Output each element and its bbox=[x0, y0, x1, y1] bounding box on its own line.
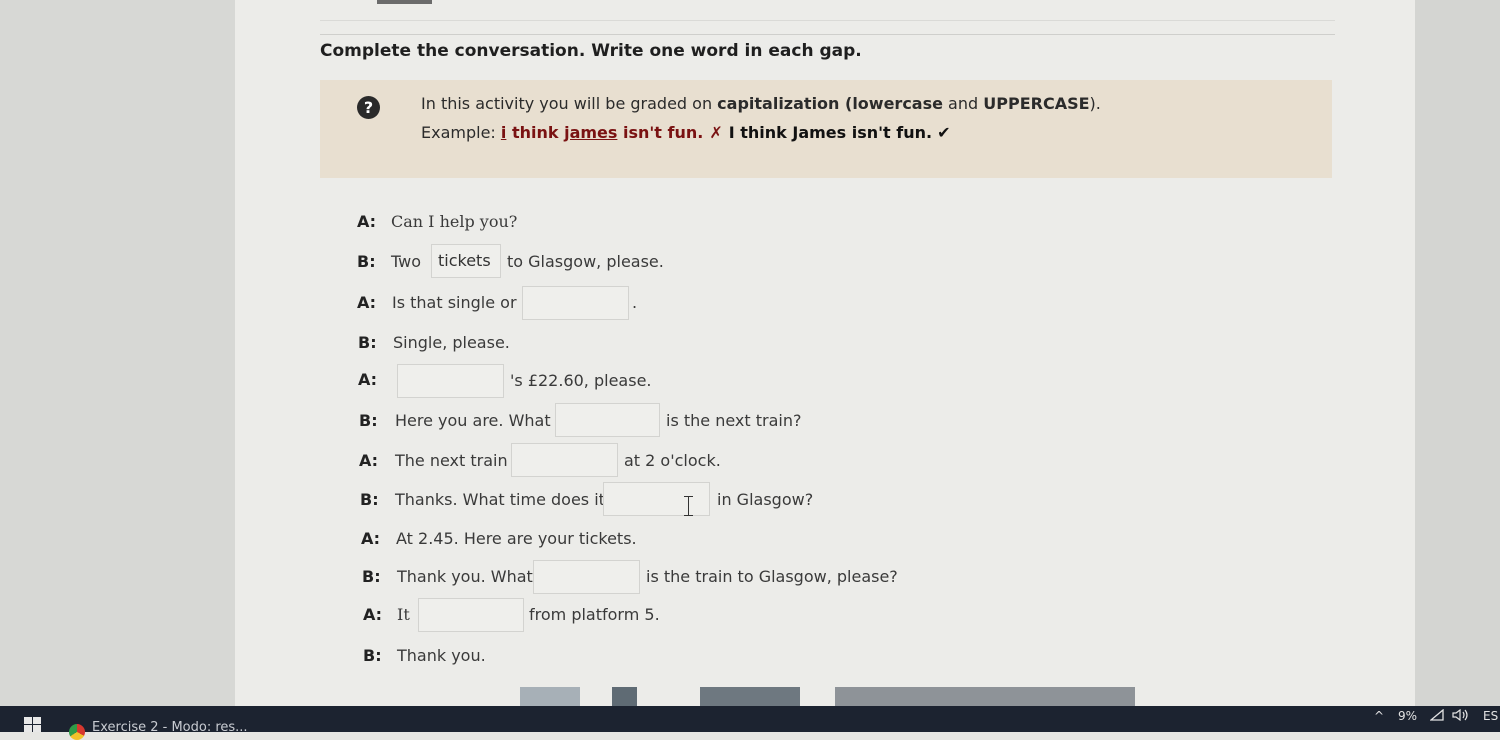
answer-gap-8[interactable] bbox=[418, 598, 524, 632]
speaker-label: A: bbox=[363, 605, 383, 624]
text-after-gap: is the train to Glasgow, please? bbox=[646, 567, 898, 586]
speaker-label: B: bbox=[359, 411, 378, 430]
answer-gap-5[interactable] bbox=[511, 443, 618, 477]
text-after-gap: from platform 5. bbox=[529, 605, 660, 624]
answer-gap-1[interactable]: tickets bbox=[431, 244, 501, 278]
speaker-label: B: bbox=[358, 333, 377, 352]
dialogue-line: Can I help you? bbox=[391, 212, 518, 231]
speaker-label: A: bbox=[357, 293, 377, 312]
page-title: Complete the conversation. Write one wor… bbox=[320, 41, 862, 61]
divider bbox=[320, 34, 1335, 35]
speaker-label: B: bbox=[360, 490, 379, 509]
text-after-gap: is the next train? bbox=[666, 411, 802, 430]
right-margin bbox=[1415, 0, 1500, 706]
speaker-label: B: bbox=[362, 567, 381, 586]
left-margin bbox=[0, 0, 235, 706]
windows-icon[interactable] bbox=[24, 717, 42, 732]
check-icon: ✔ bbox=[937, 123, 951, 142]
answer-gap-2[interactable] bbox=[522, 286, 629, 320]
answer-gap-7[interactable] bbox=[533, 560, 640, 594]
text-after-gap: at 2 o'clock. bbox=[624, 451, 721, 470]
wrong-mark-icon: ✗ bbox=[709, 123, 723, 142]
header-mark bbox=[377, 0, 432, 4]
wifi-icon[interactable] bbox=[1429, 708, 1444, 724]
dialogue-line: Single, please. bbox=[393, 333, 510, 352]
speaker-label: A: bbox=[358, 370, 378, 389]
speaker-label: A: bbox=[359, 451, 379, 470]
footer-strip bbox=[520, 687, 580, 706]
speaker-label: B: bbox=[363, 646, 382, 665]
answer-gap-3[interactable] bbox=[397, 364, 504, 398]
grading-note: In this activity you will be graded on c… bbox=[421, 94, 1101, 113]
text-after-gap: . bbox=[632, 293, 638, 312]
text-cursor-icon bbox=[684, 496, 694, 516]
language-indicator[interactable]: ES bbox=[1483, 709, 1498, 723]
text-before-gap: Two bbox=[391, 252, 421, 271]
text-before-gap: Is that single or bbox=[392, 293, 517, 312]
text-before-gap: It bbox=[397, 605, 410, 624]
question-icon[interactable]: ? bbox=[357, 96, 380, 119]
text-after-gap: 's £22.60, please. bbox=[510, 371, 652, 390]
chrome-icon[interactable] bbox=[69, 724, 85, 740]
taskbar-app-label[interactable]: Exercise 2 - Modo: res... bbox=[92, 720, 248, 735]
speaker-label: B: bbox=[357, 252, 376, 271]
text-before-gap: Thanks. What time does it bbox=[395, 490, 605, 509]
text-before-gap: Thank you. What bbox=[397, 567, 533, 586]
example-line: Example: i think james isn't fun. ✗ I thin… bbox=[421, 123, 951, 142]
footer-strip bbox=[835, 687, 1135, 706]
text-before-gap: Here you are. What bbox=[395, 411, 551, 430]
volume-icon[interactable] bbox=[1452, 708, 1470, 724]
answer-gap-4[interactable] bbox=[555, 403, 660, 437]
divider-top bbox=[320, 20, 1335, 21]
footer-strip bbox=[612, 687, 637, 706]
dialogue-line: At 2.45. Here are your tickets. bbox=[396, 529, 637, 548]
dialogue-line: Thank you. bbox=[397, 646, 486, 665]
battery-icon[interactable]: 9% bbox=[1398, 709, 1417, 723]
speaker-label: A: bbox=[357, 212, 377, 231]
footer-strip bbox=[700, 687, 800, 706]
text-before-gap: The next train bbox=[395, 451, 508, 470]
text-after-gap: in Glasgow? bbox=[717, 490, 814, 509]
speaker-label: A: bbox=[361, 529, 381, 548]
text-after-gap: to Glasgow, please. bbox=[507, 252, 664, 271]
tray-chevron-icon[interactable]: ^ bbox=[1374, 709, 1384, 723]
